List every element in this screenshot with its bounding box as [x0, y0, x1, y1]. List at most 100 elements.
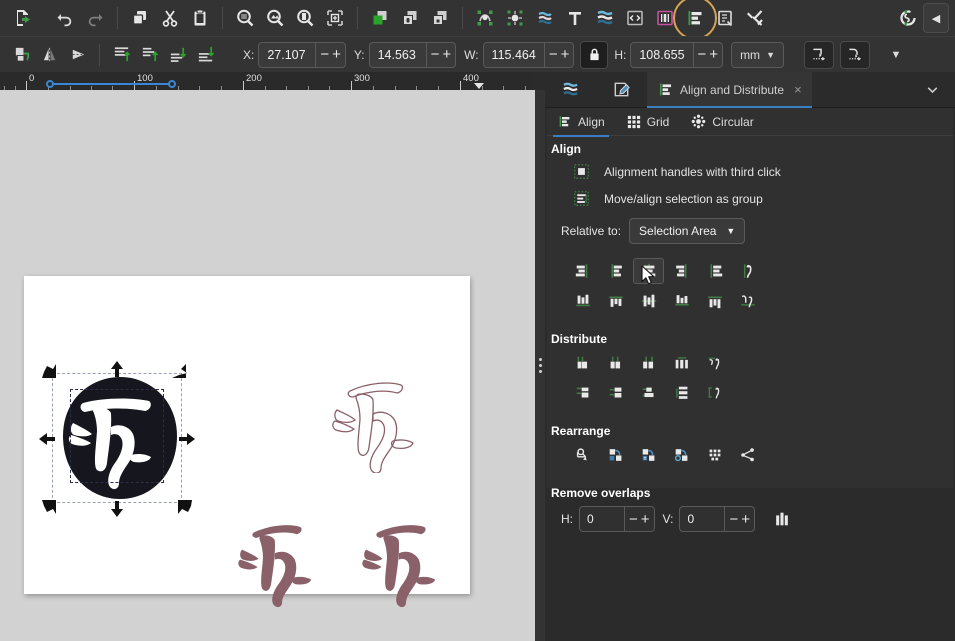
- w-field[interactable]: 115.464 − +: [482, 41, 575, 68]
- overlap-h-minus-icon[interactable]: −: [629, 512, 638, 527]
- undo-icon[interactable]: [50, 3, 80, 33]
- align-right-edges[interactable]: [666, 258, 697, 284]
- option-move-as-group[interactable]: Move/align selection as group: [547, 185, 953, 212]
- tab-object-properties[interactable]: [596, 72, 647, 107]
- tab-align-distribute[interactable]: Align and Distribute ×: [647, 72, 812, 108]
- relative-to-select[interactable]: Selection Area ▼: [629, 218, 746, 244]
- distribute-vertical-gaps[interactable]: [666, 380, 697, 406]
- paste-icon[interactable]: [185, 3, 215, 33]
- x-minus-icon[interactable]: −: [320, 47, 329, 62]
- distribute-left-edges[interactable]: [567, 350, 598, 376]
- snap-controls-icon[interactable]: [893, 3, 923, 33]
- xml-editor-icon[interactable]: [620, 3, 650, 33]
- redo-icon[interactable]: [80, 3, 110, 33]
- panel-menu-button[interactable]: [910, 72, 955, 107]
- zoom-drawing-icon[interactable]: [260, 3, 290, 33]
- scale-stroke-toggle[interactable]: [803, 40, 834, 69]
- subtab-align[interactable]: Align: [553, 108, 609, 137]
- duplicate-icon[interactable]: [365, 3, 395, 33]
- h-plus-icon[interactable]: +: [709, 47, 718, 62]
- scale-corners-toggle[interactable]: [839, 40, 870, 69]
- raise-to-top-icon[interactable]: [107, 42, 135, 68]
- ruler-selection-end-handle[interactable]: [168, 80, 176, 88]
- stroke-to-path-icon[interactable]: [500, 3, 530, 33]
- outline-glyph[interactable]: [327, 373, 437, 473]
- subtab-grid[interactable]: Grid: [627, 108, 669, 136]
- align-left-edges[interactable]: [600, 258, 631, 284]
- object-to-path-icon[interactable]: [470, 3, 500, 33]
- remove-overlaps-button[interactable]: [767, 506, 798, 532]
- subtab-circular[interactable]: Circular: [691, 108, 754, 136]
- option-alignment-handles[interactable]: Alignment handles with third click: [547, 158, 953, 185]
- drawing-canvas[interactable]: [0, 90, 535, 641]
- ruler-selection-start-handle[interactable]: [46, 80, 54, 88]
- fill-stroke-icon[interactable]: [530, 3, 560, 33]
- align-left-edge-to-anchor-right[interactable]: [699, 258, 730, 284]
- text-icon[interactable]: [560, 3, 590, 33]
- layers-icon[interactable]: [590, 3, 620, 33]
- align-bottom-edges[interactable]: [666, 288, 697, 314]
- lock-aspect-ratio-button[interactable]: [580, 40, 609, 69]
- distribute-horizontal-gaps[interactable]: [666, 350, 697, 376]
- h-field-stepper[interactable]: − +: [692, 42, 723, 67]
- overlap-v-minus-icon[interactable]: −: [729, 512, 738, 527]
- overlap-v-plus-icon[interactable]: +: [741, 512, 750, 527]
- filled-glyph-2[interactable]: [357, 514, 457, 609]
- align-distribute-icon[interactable]: [673, 0, 717, 40]
- overlap-h-field[interactable]: 0 − +: [579, 506, 655, 532]
- distribute-text-anchors-horizontal[interactable]: [699, 350, 730, 376]
- overlap-v-stepper[interactable]: − +: [724, 507, 754, 531]
- distribute-bottom-edges[interactable]: [633, 380, 664, 406]
- graph-layout-button[interactable]: [567, 442, 598, 468]
- horizontal-ruler[interactable]: 0 100 200 300 400: [0, 72, 535, 90]
- distribute-top-edges[interactable]: [567, 380, 598, 406]
- distribute-right-edges[interactable]: [633, 350, 664, 376]
- distribute-horizontal-centers[interactable]: [600, 350, 631, 376]
- align-text-anchors-horizontal[interactable]: [732, 258, 763, 284]
- lower-to-bottom-icon[interactable]: [191, 42, 219, 68]
- align-text-baselines[interactable]: [732, 288, 763, 314]
- tab-layers[interactable]: [545, 72, 596, 107]
- lower-icon[interactable]: [163, 42, 191, 68]
- distribute-text-baselines[interactable]: [699, 380, 730, 406]
- y-plus-icon[interactable]: +: [442, 47, 451, 62]
- flip-vertical-icon[interactable]: [64, 42, 92, 68]
- w-field-stepper[interactable]: − +: [543, 42, 574, 67]
- x-field-stepper[interactable]: − +: [315, 42, 345, 67]
- align-right-edge-to-anchor-left[interactable]: [567, 258, 598, 284]
- toolbar-overflow-button[interactable]: ▼: [882, 42, 910, 68]
- unclump-objects-button[interactable]: [732, 442, 763, 468]
- distribute-vertical-centers[interactable]: [600, 380, 631, 406]
- cut-icon[interactable]: [155, 3, 185, 33]
- preferences-icon[interactable]: [740, 3, 770, 33]
- y-minus-icon[interactable]: −: [431, 47, 440, 62]
- ungroup-icon[interactable]: [425, 3, 455, 33]
- overlap-h-stepper[interactable]: − +: [624, 507, 654, 531]
- overlap-v-field[interactable]: 0 − +: [679, 506, 755, 532]
- randomize-positions-button[interactable]: [699, 442, 730, 468]
- align-vertical-centers[interactable]: [633, 288, 664, 314]
- raise-icon[interactable]: [135, 42, 163, 68]
- w-minus-icon[interactable]: −: [549, 47, 558, 62]
- units-select[interactable]: mm ▼: [731, 41, 784, 68]
- flip-horizontal-icon[interactable]: [36, 42, 64, 68]
- group-icon[interactable]: [395, 3, 425, 33]
- exchange-selection-order-button[interactable]: [600, 442, 631, 468]
- h-field[interactable]: 108.655 − +: [630, 41, 724, 68]
- collapse-toolbar-button[interactable]: ◀: [923, 3, 949, 33]
- align-top-to-anchor-bottom[interactable]: [699, 288, 730, 314]
- zoom-selection-icon[interactable]: [230, 3, 260, 33]
- align-top-edges[interactable]: [600, 288, 631, 314]
- export-icon[interactable]: [8, 3, 38, 33]
- y-field[interactable]: 14.563 − +: [368, 41, 457, 68]
- document-properties-icon[interactable]: [710, 3, 740, 33]
- zoom-page-icon[interactable]: [290, 3, 320, 33]
- exchange-selection-zorder-button[interactable]: [633, 442, 664, 468]
- w-plus-icon[interactable]: +: [561, 47, 570, 62]
- objects-icon[interactable]: [650, 3, 680, 33]
- align-bottom-to-anchor-top[interactable]: [567, 288, 598, 314]
- overlap-h-plus-icon[interactable]: +: [641, 512, 650, 527]
- zoom-fit-icon[interactable]: [320, 3, 350, 33]
- copy-icon[interactable]: [125, 3, 155, 33]
- x-plus-icon[interactable]: +: [332, 47, 341, 62]
